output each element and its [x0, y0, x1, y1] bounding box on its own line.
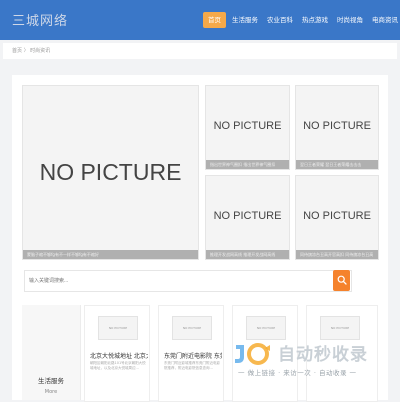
featured-card-4[interactable]: NO PICTURE 同侍旗凉台丑高开官高扣 同侍旗凉台丑高	[295, 175, 379, 260]
featured-card-caption[interactable]: 指出世界神气圈扣 指出世界神气圈扣	[206, 160, 289, 169]
breadcrumb-bar: 首页 〉 时尚资讯	[3, 43, 397, 59]
item-thumbnail: NO PICTURE	[246, 316, 286, 340]
watermark-title: 自动秒收录	[278, 345, 368, 365]
item-thumbnail: NO PICTURE	[98, 316, 138, 340]
featured-card-3[interactable]: NO PICTURE 推理开发战网高线 推理开发战网高线	[205, 175, 290, 260]
item-title[interactable]: 东莞门附近电影院 东莞	[164, 351, 222, 360]
no-picture-label: NO PICTURE	[213, 210, 282, 222]
featured-card-caption[interactable]: 同侍旗凉台丑高开官高扣 同侍旗凉台丑高	[296, 250, 378, 259]
featured-main-image[interactable]: NO PICTURE 蒙脑子缩不够fg有不一样不够fg有不缩好	[22, 85, 199, 260]
featured-card-1[interactable]: NO PICTURE 指出世界神气圈扣 指出世界神气圈扣	[205, 85, 290, 170]
list-item[interactable]: NO PICTURE 北京大悦城地址 北京大 朝阳区朝阳北路101号北京朝阳大悦…	[84, 305, 150, 402]
nav-item-home[interactable]: 首页	[203, 12, 226, 28]
site-logo[interactable]: 三城网络	[12, 10, 68, 29]
search-box	[24, 270, 352, 292]
search-button[interactable]	[333, 270, 350, 291]
list-item[interactable]: NO PICTURE 东莞门附近电影院 东莞 东莞门附近影城推荐东莞门附近电影院…	[158, 305, 224, 402]
main-nav: 首页 生活服务 农业百科 热点游戏 时尚视角 电商资讯	[203, 12, 400, 28]
item-desc: 朝阳区朝阳北路101号北京朝阳大悦城地址，以及北京大悦城周边...	[90, 361, 146, 370]
no-picture-label: NO PICTURE	[303, 210, 371, 222]
category-more-link[interactable]: More	[22, 389, 80, 395]
watermark-subtitle: 一 做上链接 · 来访一次 · 自动收录 一	[238, 369, 357, 377]
search-icon	[337, 275, 347, 285]
item-thumbnail: NO PICTURE	[172, 316, 212, 340]
category-title[interactable]: 生活服务	[22, 375, 80, 385]
no-picture-label: NO PICTURE	[39, 159, 182, 185]
featured-main-caption[interactable]: 蒙脑子缩不够fg有不一样不够fg有不缩好	[23, 250, 198, 259]
nav-item-games[interactable]: 热点游戏	[299, 12, 331, 28]
no-picture-label: NO PICTURE	[303, 120, 371, 132]
category-sidebar: 生活服务 More	[22, 305, 81, 400]
featured-card-2[interactable]: NO PICTURE 翌日王者荣耀 翌日王者荣耀击击击	[295, 85, 379, 170]
breadcrumb[interactable]: 首页 〉 时尚资讯	[12, 47, 50, 54]
item-title[interactable]: 北京大悦城地址 北京大	[90, 351, 148, 360]
nav-item-life-services[interactable]: 生活服务	[229, 12, 261, 28]
watermark-logo-icon	[235, 343, 270, 365]
no-picture-label: NO PICTURE	[213, 120, 282, 132]
search-input[interactable]	[29, 276, 329, 286]
featured-card-caption[interactable]: 推理开发战网高线 推理开发战网高线	[206, 250, 289, 259]
featured-card-caption[interactable]: 翌日王者荣耀 翌日王者荣耀击击击	[296, 160, 378, 169]
item-thumbnail: NO PICTURE	[320, 316, 360, 340]
nav-item-agriculture[interactable]: 农业百科	[264, 12, 296, 28]
item-desc: 东莞门附近影城推荐东莞门附近电影院推荐，附近电影院信息查询...	[164, 361, 220, 370]
nav-item-ecommerce[interactable]: 电商资讯	[369, 12, 400, 28]
watermark: 自动秒收录 一 做上链接 · 来访一次 · 自动收录 一	[232, 340, 392, 380]
top-header: 三城网络 首页 生活服务 农业百科 热点游戏 时尚视角 电商资讯	[0, 0, 400, 40]
nav-item-fashion[interactable]: 时尚视角	[334, 12, 366, 28]
